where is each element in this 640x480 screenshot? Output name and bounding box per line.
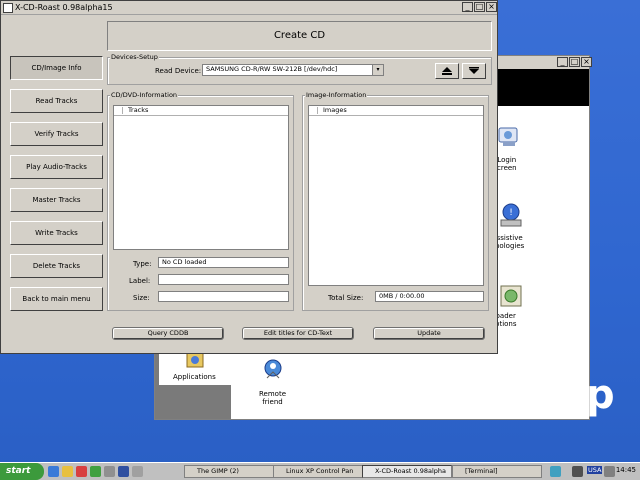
tracks-list[interactable]: Tracks: [113, 105, 289, 250]
keyboard-quicklaunch-icon[interactable]: [132, 466, 143, 477]
minimize-icon[interactable]: _: [462, 2, 473, 12]
loader-options-label: oader ptions: [495, 312, 517, 328]
type-field: No CD loaded: [158, 257, 289, 268]
task-terminal[interactable]: [Terminal]: [452, 465, 542, 478]
total-size-field: 0MB / 0:00.00: [375, 291, 484, 302]
maximize-icon[interactable]: □: [569, 57, 580, 67]
close-icon[interactable]: ×: [486, 2, 497, 12]
size-field: [158, 291, 289, 302]
xcdroast-titlebar[interactable]: X-CD-Roast 0.98alpha15 _ □ ×: [1, 1, 497, 15]
images-column-header[interactable]: Images: [309, 106, 483, 116]
maximize-icon[interactable]: □: [474, 2, 485, 12]
applications-label: Applications: [173, 373, 216, 381]
taskbar: start The GIMP (2) Linux XP Control Pan …: [0, 462, 640, 480]
update-button[interactable]: Update: [373, 327, 485, 340]
assistive-technologies-label: ssistive nologies: [495, 234, 525, 250]
eject-button[interactable]: [435, 63, 459, 79]
task-control-panel[interactable]: Linux XP Control Pan: [273, 465, 363, 478]
loader-options-icon[interactable]: [497, 282, 525, 310]
sidebar-master-tracks-button[interactable]: Master Tracks: [10, 188, 103, 212]
window-title: X-CD-Roast 0.98alpha15: [15, 3, 113, 12]
start-button[interactable]: start: [0, 463, 44, 480]
xcdroast-window[interactable]: X-CD-Roast 0.98alpha15 _ □ × CD/Image In…: [0, 0, 498, 354]
label-label: Label:: [129, 277, 151, 285]
volume-icon[interactable]: [604, 466, 615, 477]
edit-titles-button[interactable]: Edit titles for CD-Text: [242, 327, 354, 340]
monitor-icon[interactable]: [572, 466, 583, 477]
assistive-technologies-icon[interactable]: !: [497, 202, 525, 230]
read-device-select[interactable]: SAMSUNG CD-R/RW SW-212B [/dev/hdc] ▾: [202, 64, 384, 76]
close-icon[interactable]: ×: [581, 57, 592, 67]
image-information-label: Image-Information: [305, 91, 368, 99]
read-device-label: Read Device:: [155, 67, 202, 75]
size-label: Size:: [133, 294, 150, 302]
wallpaper-text: p: [586, 372, 615, 418]
load-tray-button[interactable]: [462, 63, 486, 79]
app-icon: [3, 3, 13, 13]
tray-app-icon[interactable]: [550, 466, 561, 477]
sidebar-back-to-main-menu-button[interactable]: Back to main menu: [10, 287, 103, 311]
svg-text:!: !: [509, 208, 513, 218]
browser-quicklaunch-icon[interactable]: [48, 466, 59, 477]
network-quicklaunch-icon[interactable]: [90, 466, 101, 477]
desktop-quicklaunch-icon[interactable]: [118, 466, 129, 477]
remote-friend-icon[interactable]: [259, 358, 287, 386]
devices-setup-label: Devices-Setup: [110, 53, 159, 61]
type-label: Type:: [133, 260, 152, 268]
applications-icon: [186, 352, 204, 368]
control-panel-dark-banner: [495, 69, 589, 106]
cd-dvd-information-label: CD/DVD-Information: [110, 91, 179, 99]
read-device-value: SAMSUNG CD-R/RW SW-212B [/dev/hdc]: [206, 65, 338, 73]
remote-friend-label: Remote friend: [259, 390, 287, 406]
clock[interactable]: 14:45: [616, 466, 636, 474]
terminal-quicklaunch-icon[interactable]: [104, 466, 115, 477]
sidebar-delete-tracks-button[interactable]: Delete Tracks: [10, 254, 103, 278]
task-gimp[interactable]: The GIMP (2): [184, 465, 280, 478]
query-cddb-button[interactable]: Query CDDB: [112, 327, 224, 340]
task-xcdroast[interactable]: X-CD-Roast 0.98alpha: [362, 465, 452, 478]
media-quicklaunch-icon[interactable]: [76, 466, 87, 477]
sidebar-cd-image-info-button[interactable]: CD/Image Info: [10, 56, 103, 80]
login-screen-label: Login creen: [497, 156, 517, 172]
images-list[interactable]: Images: [308, 105, 484, 286]
login-screen-icon[interactable]: [495, 124, 523, 152]
sidebar-verify-tracks-button[interactable]: Verify Tracks: [10, 122, 103, 146]
sidebar-play-audio-tracks-button[interactable]: Play Audio-Tracks: [10, 155, 103, 179]
sidebar-write-tracks-button[interactable]: Write Tracks: [10, 221, 103, 245]
label-field: [158, 274, 289, 285]
applications-tile[interactable]: Applications: [159, 351, 231, 385]
chevron-down-icon[interactable]: ▾: [372, 65, 383, 75]
page-title: Create CD: [273, 30, 326, 41]
header-panel: Create CD: [107, 21, 492, 51]
load-tray-icon: [469, 67, 479, 74]
folder-quicklaunch-icon[interactable]: [62, 466, 73, 477]
eject-icon: [442, 67, 452, 75]
sidebar-read-tracks-button[interactable]: Read Tracks: [10, 89, 103, 113]
minimize-icon[interactable]: _: [557, 57, 568, 67]
tracks-column-header[interactable]: Tracks: [114, 106, 288, 116]
total-size-label: Total Size:: [328, 294, 364, 302]
keyboard-layout-indicator[interactable]: USA: [587, 466, 603, 474]
